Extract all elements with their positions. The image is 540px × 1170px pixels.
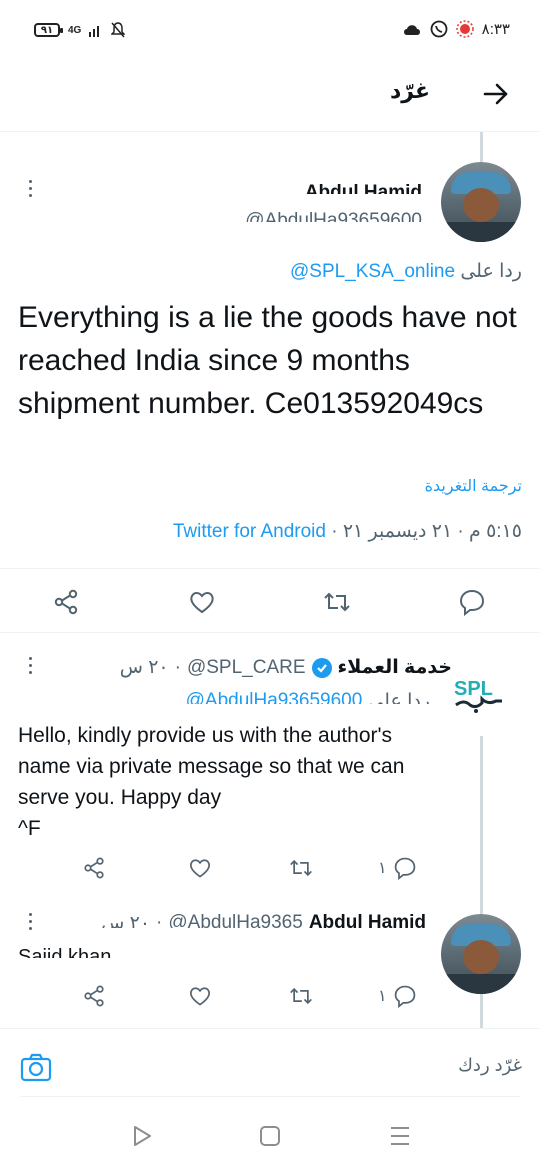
retweet-icon — [290, 987, 312, 1005]
retweet-button[interactable] — [288, 966, 314, 1026]
reply-button[interactable]: ١ — [378, 966, 417, 1026]
nav-home-button[interactable] — [258, 1124, 282, 1148]
author-name[interactable]: Abdul Hamid — [305, 178, 422, 194]
heart-icon — [189, 859, 211, 878]
triangle-back-icon — [134, 1126, 151, 1146]
back-button[interactable] — [478, 76, 514, 112]
camera-button[interactable] — [20, 1051, 52, 1083]
share-button[interactable] — [52, 572, 80, 632]
divider — [0, 632, 540, 633]
reply-replying-to: ردا على @AbdulHa93659600 — [186, 690, 430, 704]
nav-recents-button[interactable] — [388, 1124, 412, 1148]
like-button[interactable] — [188, 966, 212, 1026]
heart-icon — [189, 987, 211, 1006]
reply-text-line: Hello, kindly provide us with the author… — [18, 724, 393, 747]
replying-to-handle[interactable]: @AbdulHa93659600 — [186, 690, 363, 704]
reply2-time: ٢٠ س — [101, 913, 151, 928]
separator: · — [452, 521, 464, 542]
share-icon — [54, 589, 78, 615]
reply2-actions: ١ — [0, 966, 540, 1026]
tweet-meta: ٥:١٥ م · ٢١ ديسمبر ٢١ · Twitter for Andr… — [173, 520, 522, 543]
tweet-text: Everything is a lie the goods have not r… — [18, 301, 517, 420]
share-button[interactable] — [82, 838, 106, 898]
network-label: 4G — [68, 24, 82, 36]
retweet-icon — [290, 859, 312, 877]
retweet-button[interactable] — [322, 572, 352, 632]
share-icon — [84, 857, 104, 879]
status-bar: ٩١ 4G ٨:٣٣ — [0, 0, 540, 64]
tweet-date: ٢١ ديسمبر ٢١ — [342, 521, 453, 542]
top-bar: غرّد — [0, 64, 540, 132]
replying-to-handle[interactable]: @SPL_KSA_online — [290, 261, 455, 282]
reply-count: ١ — [378, 988, 387, 1005]
reply2-text: Sajid khan — [18, 946, 112, 958]
reply-text-line: name via private message so that we can — [18, 755, 405, 778]
reply-actions: ١ — [0, 838, 540, 898]
share-button[interactable] — [82, 966, 106, 1026]
reply-author-name[interactable]: خدمة العملاء — [338, 656, 452, 679]
battery-level: ٩١ — [40, 24, 54, 36]
like-button[interactable] — [188, 572, 216, 632]
tweet-actions — [0, 572, 540, 632]
separator: · — [325, 521, 338, 542]
verified-badge-icon — [311, 657, 332, 678]
thread-line-top — [480, 132, 483, 162]
more-options-icon[interactable] — [27, 657, 33, 674]
like-button[interactable] — [188, 838, 212, 898]
translate-link[interactable]: ترجمة التغريدة — [425, 476, 522, 496]
reply-text: Hello, kindly provide us with the author… — [18, 720, 438, 844]
signal-icon — [89, 26, 100, 37]
reply-button[interactable]: ١ — [378, 838, 417, 898]
status-left: ٩١ 4G — [34, 22, 126, 38]
avatar[interactable] — [441, 162, 521, 242]
reply-count: ١ — [378, 860, 387, 877]
reply-header: خدمة العملاء @SPL_CARE · ٢٠ س — [120, 656, 452, 679]
separator: · — [156, 912, 163, 928]
whatsapp-icon — [430, 20, 448, 38]
reply-composer[interactable]: غرّد ردك — [0, 1028, 540, 1098]
replying-prefix: ردا على — [460, 261, 522, 282]
divider — [20, 1096, 520, 1097]
author-handle[interactable]: @AbdulHa93659600 — [245, 208, 422, 222]
nav-back-button[interactable] — [130, 1124, 154, 1148]
spl-logo-text: SPL — [454, 678, 493, 700]
share-icon — [84, 985, 104, 1007]
more-options-icon[interactable] — [27, 180, 33, 197]
clock: ٨:٣٣ — [481, 21, 510, 38]
status-right: ٨:٣٣ — [402, 20, 510, 38]
more-options-icon[interactable] — [27, 913, 33, 930]
reply-button[interactable] — [458, 572, 486, 632]
tweet-time: ٥:١٥ م — [469, 521, 522, 542]
comment-icon — [394, 857, 415, 880]
recording-icon — [455, 20, 474, 38]
menu-lines-icon — [391, 1127, 409, 1145]
spl-logo-icon: SPL — [454, 678, 502, 713]
comment-icon — [459, 589, 485, 616]
cloud-icon — [403, 25, 420, 35]
replying-prefix: ردا على — [368, 691, 430, 704]
retweet-button[interactable] — [288, 838, 314, 898]
reply2-author-name[interactable]: Abdul Hamid — [309, 912, 426, 928]
android-nav-bar — [0, 1100, 540, 1170]
comment-icon — [394, 985, 415, 1008]
tweet-source[interactable]: Twitter for Android — [173, 521, 326, 542]
retweet-icon — [324, 592, 350, 612]
reply2-author-handle[interactable]: @AbdulHa9365 — [168, 912, 302, 928]
mute-bell-icon — [111, 22, 126, 38]
separator: · — [174, 656, 181, 678]
reply2-header: Abdul Hamid @AbdulHa9365 · ٢٠ س — [101, 912, 426, 928]
reply-author-handle[interactable]: @SPL_CARE — [187, 657, 306, 679]
replying-to: ردا على @SPL_KSA_online — [290, 260, 522, 283]
composer-placeholder[interactable]: غرّد ردك — [458, 1055, 522, 1076]
arrow-right-icon — [483, 83, 508, 105]
spl-avatar[interactable]: SPL — [450, 675, 510, 715]
reply-time: ٢٠ س — [119, 657, 169, 678]
camera-icon — [20, 1053, 52, 1082]
page-title: غرّد — [389, 78, 430, 103]
heart-icon — [190, 592, 214, 614]
square-home-icon — [260, 1126, 280, 1146]
divider — [0, 568, 540, 569]
reply-text-line: serve you. Happy day — [18, 786, 222, 809]
battery-icon: ٩١ — [34, 23, 63, 37]
